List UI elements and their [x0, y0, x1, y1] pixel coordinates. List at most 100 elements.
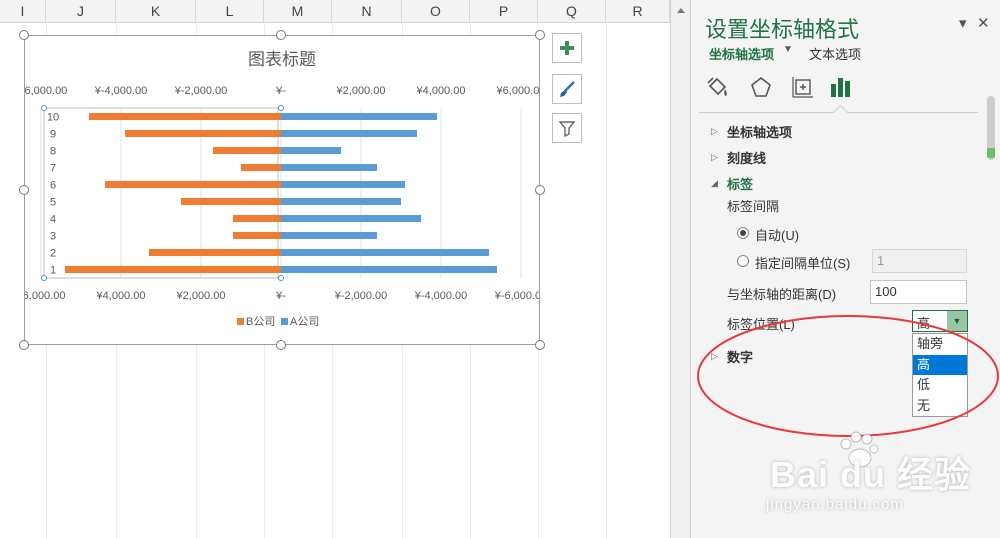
bottom-axis-tick-label: ¥4,000.00: [96, 290, 146, 302]
column-header[interactable]: Q: [538, 0, 606, 22]
section-labels[interactable]: 标签: [727, 174, 753, 193]
chart-styles-button[interactable]: [552, 74, 582, 104]
size-properties-icon[interactable]: [788, 72, 818, 102]
bar-b: [213, 147, 281, 154]
chart-elements-button[interactable]: [552, 33, 582, 63]
category-label: 8: [50, 146, 56, 158]
pane-options-icon[interactable]: ▾: [959, 14, 967, 32]
resize-handle[interactable]: [276, 30, 286, 40]
format-axis-pane: 设置坐标轴格式 ▾ ✕ 坐标轴选项 ▼ 文本选项 ▷ 坐标轴选项 ▷ 刻度线 ◢…: [690, 0, 1000, 538]
gridline: [606, 22, 607, 538]
position-label: 标签位置(L): [727, 317, 795, 332]
chevron-down-icon[interactable]: ▼: [783, 44, 793, 55]
resize-handle[interactable]: [535, 185, 545, 195]
category-label: 9: [50, 129, 56, 141]
category-label: 7: [50, 163, 56, 175]
radio-auto[interactable]: [737, 227, 749, 239]
close-icon[interactable]: ✕: [977, 14, 990, 32]
chart-title[interactable]: 图表标题: [248, 50, 316, 69]
column-header[interactable]: I: [0, 0, 46, 22]
sheet-scrollbar[interactable]: [670, 0, 690, 538]
resize-handle[interactable]: [535, 30, 545, 40]
legend-label: B公司: [246, 316, 275, 328]
label-interval-heading: 标签间隔: [727, 199, 780, 214]
option-none[interactable]: 无: [913, 396, 967, 416]
column-header[interactable]: J: [46, 0, 116, 22]
bar-a: [281, 215, 421, 222]
column-header[interactable]: P: [470, 0, 538, 22]
label-position-dropdown[interactable]: 轴旁 高 低 无: [912, 333, 968, 417]
collapse-icon[interactable]: ◢: [711, 178, 718, 189]
resize-handle[interactable]: [535, 340, 545, 350]
axis-selection-handle: [41, 105, 47, 111]
resize-handle[interactable]: [19, 30, 29, 40]
bottom-axis-tick-label: ¥2,000.00: [176, 290, 226, 302]
resize-handle[interactable]: [276, 340, 286, 350]
distance-input[interactable]: 100: [870, 280, 967, 304]
category-label: 2: [50, 248, 56, 260]
scroll-up-icon[interactable]: [672, 2, 690, 20]
category-label: 5: [50, 197, 56, 209]
bottom-axis-tick-label: ¥6,000.00: [25, 290, 65, 302]
legend-swatch: [281, 318, 288, 325]
bottom-axis-tick-label: ¥-: [275, 290, 286, 302]
bar-a: [281, 249, 489, 256]
bar-a: [281, 266, 497, 273]
axis-options-icon[interactable]: [827, 72, 857, 102]
bar-a: [281, 130, 417, 137]
legend-label: A公司: [290, 316, 319, 328]
radio-auto-label[interactable]: 自动(U): [755, 225, 799, 244]
radio-specify-label[interactable]: 指定间隔单位(S): [755, 253, 850, 272]
filter-icon: [558, 121, 576, 137]
bar-b: [181, 198, 281, 205]
top-axis-tick-label: ¥-2,000.00: [174, 85, 228, 97]
interval-unit-input[interactable]: 1: [872, 249, 967, 273]
tab-text-options[interactable]: 文本选项: [809, 44, 861, 63]
top-axis-tick-label: ¥4,000.00: [416, 85, 466, 97]
column-header[interactable]: L: [196, 0, 264, 22]
expand-icon[interactable]: ▷: [711, 126, 718, 137]
pane-title: 设置坐标轴格式: [705, 17, 860, 42]
fill-line-icon[interactable]: [703, 72, 733, 102]
section-tick-marks[interactable]: 刻度线: [727, 148, 766, 167]
label-position-value: 高: [917, 316, 931, 331]
column-header[interactable]: R: [606, 0, 670, 22]
brush-icon: [560, 81, 575, 97]
category-label: 10: [47, 112, 59, 124]
chart[interactable]: 图表标题 ¥-6,000.00 ¥-4,000.00 ¥-2,000.00 ¥- ¥2,…: [14, 36, 548, 344]
expand-icon[interactable]: ▷: [711, 152, 718, 163]
bar-a: [281, 164, 377, 171]
chart-area[interactable]: 图表标题 ¥-6,000.00 ¥-4,000.00 ¥-2,000.00 ¥- ¥2,…: [14, 35, 548, 345]
column-header[interactable]: N: [332, 0, 402, 22]
label-position-select[interactable]: 高 ▼: [912, 310, 968, 332]
top-axis-tick-label: ¥6,000.00: [496, 85, 539, 97]
resize-handle[interactable]: [19, 340, 29, 350]
bottom-axis-tick-label: ¥-2,000.00: [334, 290, 388, 302]
option-high[interactable]: 高: [913, 355, 967, 375]
section-axis-options[interactable]: 坐标轴选项: [727, 122, 792, 141]
bar-b: [233, 215, 281, 222]
axis-selection-handle: [278, 105, 284, 111]
effects-icon[interactable]: [746, 72, 776, 102]
option-axis-adjacent[interactable]: 轴旁: [913, 334, 967, 354]
bar-b: [241, 164, 281, 171]
column-header[interactable]: M: [264, 0, 332, 22]
bar-a: [281, 232, 377, 239]
top-axis-tick-label: ¥-: [275, 85, 286, 97]
bottom-axis-tick-label: ¥-6,000.00: [494, 290, 539, 302]
tab-axis-options[interactable]: 坐标轴选项: [709, 44, 774, 63]
bar-b: [233, 232, 281, 239]
radio-specify[interactable]: [737, 255, 749, 267]
bar-b: [105, 181, 281, 188]
chevron-down-icon[interactable]: ▼: [947, 311, 967, 331]
expand-icon[interactable]: ▷: [711, 351, 718, 362]
chart-filters-button[interactable]: [552, 113, 582, 143]
option-low[interactable]: 低: [913, 375, 967, 395]
column-header[interactable]: O: [402, 0, 470, 22]
scroll-thumb[interactable]: [987, 148, 995, 158]
axis-selection-handle: [278, 275, 284, 281]
category-label: 6: [50, 180, 56, 192]
column-header[interactable]: K: [116, 0, 196, 22]
section-number[interactable]: 数字: [727, 347, 753, 366]
resize-handle[interactable]: [19, 185, 29, 195]
